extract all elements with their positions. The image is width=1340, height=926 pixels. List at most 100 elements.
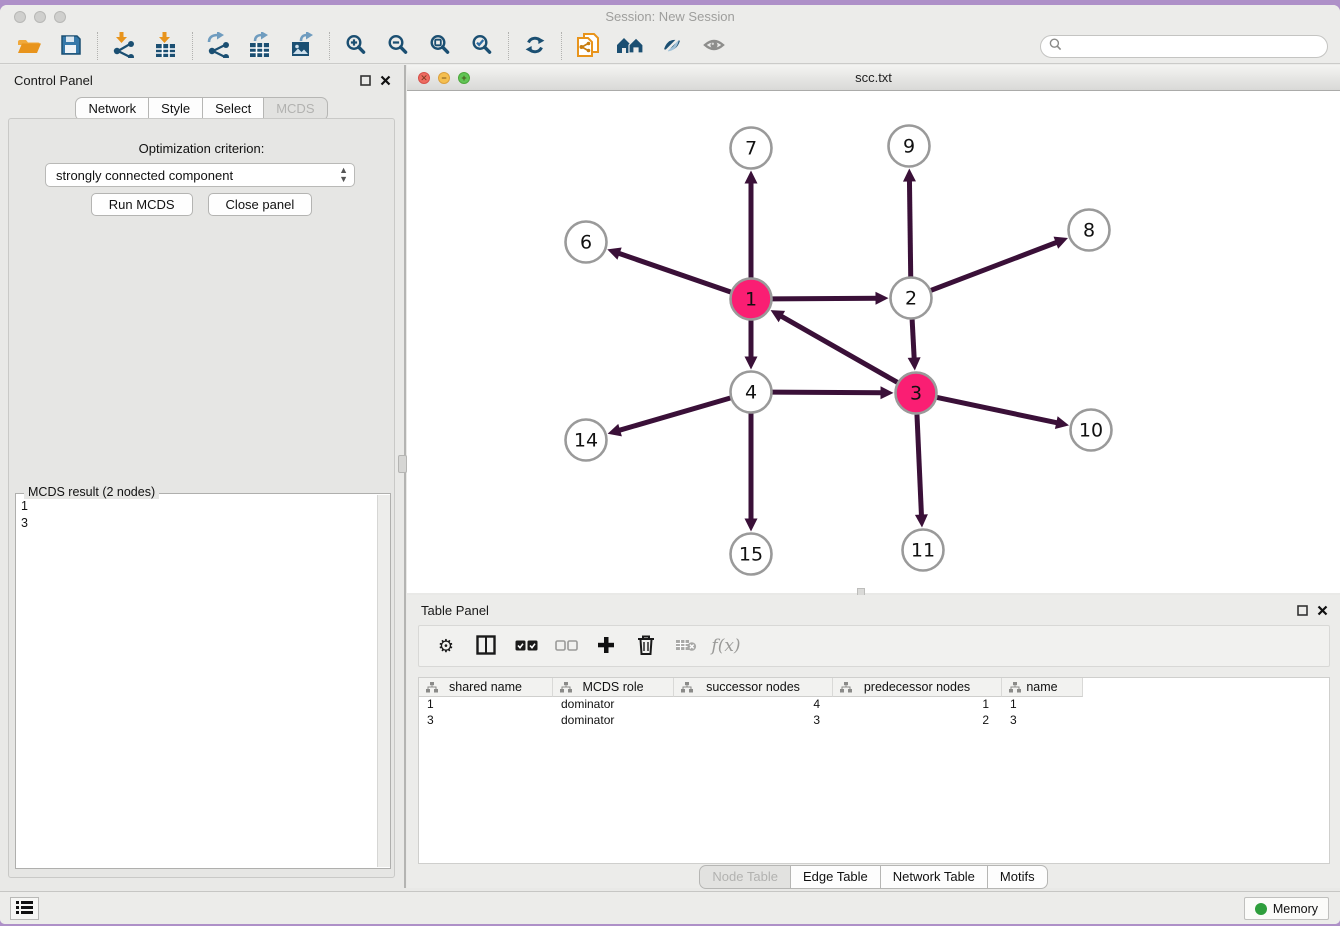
table-cell[interactable]: 1 <box>419 697 553 713</box>
edge-4-14[interactable] <box>616 398 730 431</box>
first-neighbors-button[interactable] <box>609 31 651 61</box>
close-panel-button[interactable]: Close panel <box>208 193 313 216</box>
workspace: Control Panel NetworkStyleSelectMCDS Opt… <box>0 65 1340 891</box>
refresh-view-button[interactable] <box>514 31 556 61</box>
table-cell[interactable]: 1 <box>1002 697 1083 713</box>
edge-2-3[interactable] <box>912 319 914 361</box>
zoom-in-button[interactable] <box>335 31 377 61</box>
node-label-7: 7 <box>745 138 757 160</box>
column-header-successor-nodes[interactable]: successor nodes <box>674 678 833 697</box>
export-table-button[interactable] <box>240 31 282 61</box>
table-cell[interactable]: 1 <box>833 697 1002 713</box>
float-panel-icon[interactable] <box>360 73 371 91</box>
table-tabs: Node TableEdge TableNetwork TableMotifs <box>407 865 1340 889</box>
column-label: MCDS role <box>582 680 643 694</box>
column-header-shared-name[interactable]: shared name <box>419 678 553 697</box>
delete-table-icon <box>675 638 697 655</box>
arrowhead-2-3 <box>908 357 921 370</box>
refresh-icon <box>524 35 546 58</box>
table-row[interactable]: 1dominator411 <box>419 697 1329 713</box>
delete-columns-button[interactable] <box>633 632 659 660</box>
zoom-fit-button[interactable] <box>419 31 461 61</box>
edge-2-8[interactable] <box>931 241 1059 290</box>
tab-node-table[interactable]: Node Table <box>699 865 791 889</box>
table-row[interactable]: 3dominator323 <box>419 713 1329 729</box>
edge-3-10[interactable] <box>937 397 1060 423</box>
zoom-out-button[interactable] <box>377 31 419 61</box>
style-details-button[interactable] <box>651 31 693 61</box>
table-cell[interactable]: 3 <box>419 713 553 729</box>
open-session-button[interactable] <box>8 31 50 61</box>
fx-icon: f(x) <box>711 636 740 656</box>
node-label-3: 3 <box>910 383 922 405</box>
close-panel-icon[interactable] <box>380 73 391 91</box>
edge-1-6[interactable] <box>616 252 731 292</box>
panel-divider[interactable] <box>404 65 406 888</box>
run-mcds-button[interactable]: Run MCDS <box>91 193 193 216</box>
column-label: name <box>1026 680 1057 694</box>
edge-3-11[interactable] <box>917 414 922 518</box>
float-panel-icon[interactable] <box>1297 603 1308 621</box>
application-window: Session: New Session <box>0 5 1340 924</box>
table-cell[interactable]: 3 <box>674 713 833 729</box>
tab-motifs[interactable]: Motifs <box>988 865 1048 889</box>
tab-network-table[interactable]: Network Table <box>881 865 988 889</box>
column-header-mcds-role[interactable]: MCDS role <box>553 678 674 697</box>
tab-edge-table[interactable]: Edge Table <box>791 865 881 889</box>
table-cell[interactable]: dominator <box>553 697 674 713</box>
export-network-button[interactable] <box>198 31 240 61</box>
edge-2-9[interactable] <box>909 177 910 276</box>
table-cell[interactable]: dominator <box>553 713 674 729</box>
mcds-result-box: MCDS result (2 nodes) 1 3 <box>15 493 391 869</box>
show-hide-details-button[interactable] <box>693 31 735 61</box>
select-all-columns-button[interactable] <box>513 632 539 660</box>
node-label-1: 1 <box>745 289 757 311</box>
column-label: predecessor nodes <box>864 680 970 694</box>
table-cell[interactable]: 3 <box>1002 713 1083 729</box>
unselect-all-columns-button[interactable] <box>553 632 579 660</box>
arrowhead-1-2 <box>875 292 888 305</box>
table-cell[interactable]: 2 <box>833 713 1002 729</box>
column-label: successor nodes <box>706 680 800 694</box>
import-table-button[interactable] <box>145 31 187 61</box>
splitter-handle[interactable] <box>398 455 407 473</box>
node-label-10: 10 <box>1079 420 1103 442</box>
table-panel-title: Table Panel <box>421 603 489 618</box>
network-canvas[interactable]: 7968124314101511 <box>407 92 1340 593</box>
arrowhead-4-15 <box>745 519 758 532</box>
column-header-name[interactable]: name <box>1002 678 1083 697</box>
edge-1-2[interactable] <box>772 298 879 299</box>
duplicate-network-button[interactable] <box>567 31 609 61</box>
search-box[interactable] <box>1040 35 1328 58</box>
toolbar-separator <box>97 32 98 60</box>
column-layout-button[interactable] <box>473 632 499 660</box>
network-title: scc.txt <box>407 70 1340 85</box>
homes-icon <box>615 34 645 59</box>
import-network-button[interactable] <box>103 31 145 61</box>
node-label-4: 4 <box>745 382 757 404</box>
create-column-button[interactable] <box>593 632 619 660</box>
column-label: shared name <box>449 680 522 694</box>
memory-button[interactable]: Memory <box>1244 897 1329 920</box>
column-header-predecessor-nodes[interactable]: predecessor nodes <box>833 678 1002 697</box>
arrowhead-4-3 <box>880 386 893 399</box>
edge-3-1[interactable] <box>778 315 897 383</box>
export-image-button[interactable] <box>282 31 324 61</box>
unchecked-boxes-icon <box>555 639 578 654</box>
save-session-button[interactable] <box>50 31 92 61</box>
mcds-result-text[interactable]: 1 3 <box>16 496 376 868</box>
delete-table-button <box>673 632 699 660</box>
close-panel-icon[interactable] <box>1317 603 1328 621</box>
search-input[interactable] <box>1067 40 1327 54</box>
result-scrollbar[interactable] <box>377 495 390 867</box>
duplicate-network-icon <box>575 32 601 61</box>
memory-label: Memory <box>1273 902 1318 916</box>
open-folder-icon <box>16 34 43 59</box>
optimization-criterion-select[interactable]: strongly connected component ▲▼ <box>45 163 355 187</box>
attribute-settings-button[interactable]: ⚙ <box>433 632 459 660</box>
edge-4-3[interactable] <box>772 392 884 393</box>
table-cell[interactable]: 4 <box>674 697 833 713</box>
task-history-button[interactable] <box>10 897 39 920</box>
import-table-icon <box>153 32 179 61</box>
zoom-selected-button[interactable] <box>461 31 503 61</box>
